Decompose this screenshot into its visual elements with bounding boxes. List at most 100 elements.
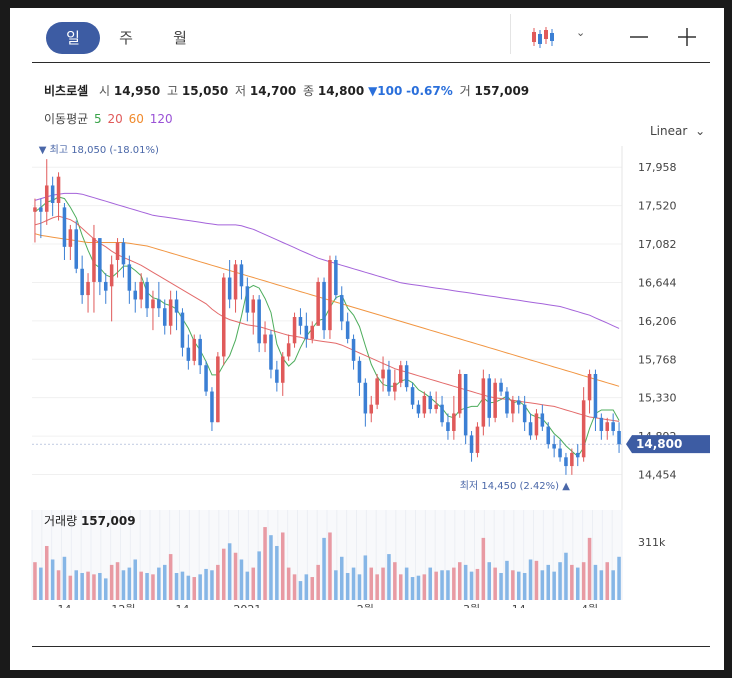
candle-up[interactable] (192, 338, 197, 361)
candle-down[interactable] (522, 404, 527, 423)
candle-down[interactable] (540, 413, 545, 427)
candle-up[interactable] (251, 299, 256, 313)
candle-down[interactable] (304, 325, 309, 339)
candle-up[interactable] (280, 356, 285, 383)
candle-up[interactable] (115, 242, 120, 260)
candle-down[interactable] (558, 448, 562, 458)
candle-up[interactable] (511, 400, 515, 414)
candle-down[interactable] (162, 308, 167, 326)
candle-up[interactable] (86, 281, 90, 296)
candle-down[interactable] (227, 277, 232, 300)
candle-down[interactable] (298, 317, 303, 326)
candle-down[interactable] (546, 426, 551, 445)
candle-down[interactable] (39, 207, 43, 212)
candle-up[interactable] (286, 343, 291, 357)
candle-down[interactable] (103, 281, 108, 291)
candle-down[interactable] (446, 422, 450, 431)
candle-down[interactable] (611, 422, 615, 431)
candle-down[interactable] (174, 299, 179, 313)
candle-up[interactable] (375, 378, 379, 405)
candle-up[interactable] (221, 277, 226, 357)
candle-up[interactable] (109, 264, 114, 287)
candle-down[interactable] (50, 185, 55, 203)
candle-down[interactable] (410, 387, 415, 405)
candle-down[interactable] (499, 382, 503, 392)
tab-monthly[interactable]: 월 (160, 22, 200, 54)
candle-down[interactable] (351, 338, 356, 361)
candle-down[interactable] (599, 417, 604, 431)
candle-down[interactable] (204, 365, 208, 392)
candle-up[interactable] (44, 185, 49, 212)
candle-up[interactable] (33, 207, 37, 212)
candle-up[interactable] (422, 395, 427, 414)
candle-down[interactable] (387, 369, 391, 392)
candle-down[interactable] (198, 338, 202, 366)
candle-down[interactable] (121, 242, 126, 265)
candle-up[interactable] (292, 317, 297, 344)
candle-down[interactable] (180, 312, 185, 348)
tab-weekly[interactable]: 주 (106, 22, 146, 54)
candle-up[interactable] (481, 378, 486, 427)
candle-down[interactable] (186, 347, 191, 361)
price-chart[interactable]: 17,958 17,520 17,082 16,644 16,206 15,768 15,3… (10, 138, 724, 608)
candle-down[interactable] (463, 374, 468, 436)
candle-up[interactable] (139, 281, 143, 300)
candle-down[interactable] (127, 264, 132, 291)
candle-up[interactable] (168, 299, 173, 326)
candle-up[interactable] (457, 374, 462, 414)
candle-up[interactable] (534, 413, 539, 436)
candle-down[interactable] (363, 382, 368, 414)
candle-down[interactable] (487, 378, 492, 418)
candle-down[interactable] (505, 391, 509, 414)
candle-up[interactable] (216, 356, 220, 423)
candle-down[interactable] (322, 281, 326, 331)
candle-up[interactable] (310, 325, 315, 339)
candle-down[interactable] (593, 374, 598, 418)
candle-down[interactable] (575, 452, 580, 458)
candle-up[interactable] (316, 281, 320, 326)
candle-up[interactable] (393, 382, 397, 392)
chart-type-selector[interactable]: ⌄ (526, 22, 596, 52)
candle-up[interactable] (92, 238, 96, 282)
candle-up[interactable] (151, 299, 155, 309)
candle-up[interactable] (398, 365, 403, 383)
candle-down[interactable] (516, 400, 521, 405)
candle-up[interactable] (475, 426, 480, 453)
candle-down[interactable] (74, 229, 79, 269)
candle-down[interactable] (339, 295, 344, 322)
candle-up[interactable] (581, 400, 586, 458)
candle-up[interactable] (434, 404, 438, 410)
candle-down[interactable] (239, 264, 244, 287)
candle-up[interactable] (263, 334, 267, 344)
candle-down[interactable] (133, 290, 138, 300)
candle-up[interactable] (68, 229, 73, 247)
candle-up[interactable] (369, 404, 374, 414)
candle-down[interactable] (617, 431, 621, 445)
candle-up[interactable] (233, 264, 238, 300)
candle-down[interactable] (80, 268, 84, 296)
candle-down[interactable] (528, 422, 533, 436)
zoom-out-button[interactable] (624, 22, 654, 52)
candle-down[interactable] (334, 260, 338, 296)
candle-down[interactable] (404, 365, 409, 388)
candle-down[interactable] (345, 321, 350, 339)
candle-down[interactable] (257, 299, 261, 344)
candle-down[interactable] (357, 360, 362, 383)
candle-up[interactable] (605, 422, 610, 431)
scale-selector[interactable]: Linear ⌄ (650, 124, 705, 138)
candle-up[interactable] (570, 452, 574, 467)
candle-down[interactable] (416, 404, 421, 414)
candle-down[interactable] (157, 299, 161, 309)
candle-down[interactable] (210, 391, 214, 423)
tab-daily[interactable]: 일 (46, 22, 100, 54)
candle-down[interactable] (269, 334, 273, 370)
candle-down[interactable] (62, 207, 67, 247)
candle-up[interactable] (328, 260, 332, 331)
candle-up[interactable] (56, 176, 61, 203)
candle-up[interactable] (493, 382, 497, 418)
candle-up[interactable] (452, 413, 456, 431)
zoom-in-button[interactable] (672, 22, 702, 52)
candle-down[interactable] (564, 457, 568, 467)
candle-down[interactable] (145, 281, 149, 309)
candle-down[interactable] (275, 369, 279, 383)
